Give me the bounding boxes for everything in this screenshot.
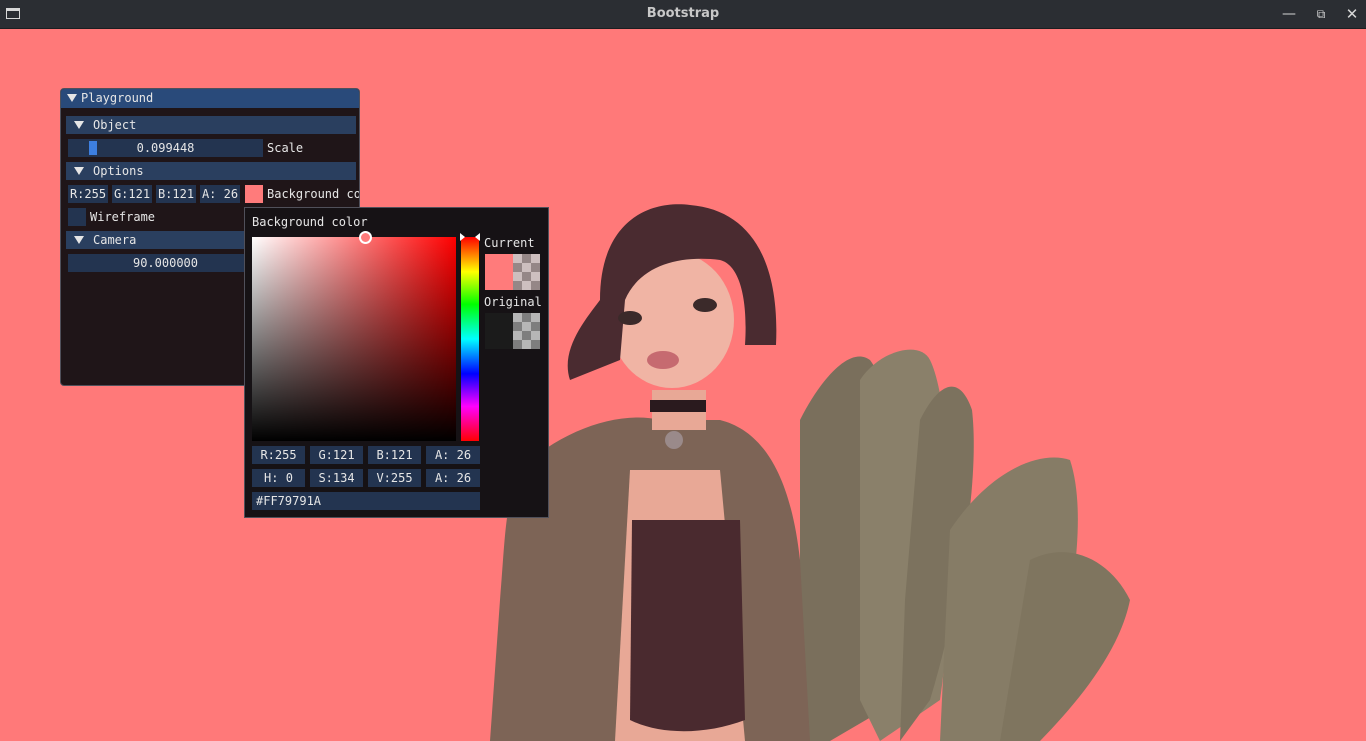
- current-label: Current: [484, 236, 535, 250]
- blue-channel-field[interactable]: B:121: [156, 185, 196, 203]
- collapse-arrow-icon[interactable]: [74, 236, 84, 244]
- original-label: Original: [484, 295, 542, 309]
- red-channel-field[interactable]: R:255: [68, 185, 108, 203]
- picker-green-field[interactable]: G:121: [310, 446, 363, 464]
- hue-bar[interactable]: [460, 233, 480, 441]
- original-color-swatch[interactable]: [485, 313, 540, 349]
- slider-grab[interactable]: [89, 141, 97, 155]
- minimize-icon[interactable]: —: [1279, 4, 1299, 24]
- hue-marker-right-icon[interactable]: [475, 233, 480, 241]
- current-color-swatch: [485, 254, 540, 290]
- sv-cursor[interactable]: [359, 231, 372, 244]
- picker-blue-field[interactable]: B:121: [368, 446, 421, 464]
- picker-title: Background color: [252, 215, 368, 229]
- hex-input[interactable]: #FF79791A: [252, 492, 480, 510]
- collapse-arrow-icon[interactable]: [74, 167, 84, 175]
- plant-model: [800, 349, 1130, 741]
- collapse-arrow-icon[interactable]: [67, 94, 77, 102]
- scale-slider[interactable]: 0.099448: [68, 139, 263, 157]
- wireframe-checkbox[interactable]: [68, 208, 86, 226]
- color-swatch-button[interactable]: [245, 185, 263, 203]
- scale-label: Scale: [267, 141, 304, 155]
- picker-saturation-field[interactable]: S:134: [310, 469, 363, 487]
- collapse-arrow-icon[interactable]: [74, 121, 84, 129]
- close-icon[interactable]: ✕: [1342, 4, 1362, 24]
- picker-value-field[interactable]: V:255: [368, 469, 421, 487]
- picker-alpha2-field[interactable]: A: 26: [426, 469, 480, 487]
- background-color-label: Background co: [267, 187, 360, 201]
- options-section-header[interactable]: Options: [66, 162, 356, 180]
- playground-title-bar[interactable]: Playground: [61, 89, 359, 108]
- green-channel-field[interactable]: G:121: [112, 185, 152, 203]
- restore-icon[interactable]: ⧉: [1311, 4, 1331, 24]
- hue-marker-left-icon[interactable]: [460, 233, 465, 241]
- picker-hue-field[interactable]: H: 0: [252, 469, 305, 487]
- wireframe-label: Wireframe: [90, 210, 156, 224]
- title-bar: Bootstrap — ⧉ ✕: [0, 0, 1366, 29]
- playground-title: Playground: [81, 91, 154, 105]
- saturation-value-square[interactable]: [252, 231, 456, 441]
- object-section-header[interactable]: Object: [66, 116, 356, 134]
- picker-alpha-field[interactable]: A: 26: [426, 446, 480, 464]
- color-picker-popup[interactable]: Background color Current Original R:255 …: [244, 207, 549, 518]
- picker-red-field[interactable]: R:255: [252, 446, 305, 464]
- camera-fov-slider[interactable]: 90.000000: [68, 254, 263, 272]
- alpha-channel-field[interactable]: A: 26: [200, 185, 240, 203]
- window-title: Bootstrap: [646, 6, 720, 21]
